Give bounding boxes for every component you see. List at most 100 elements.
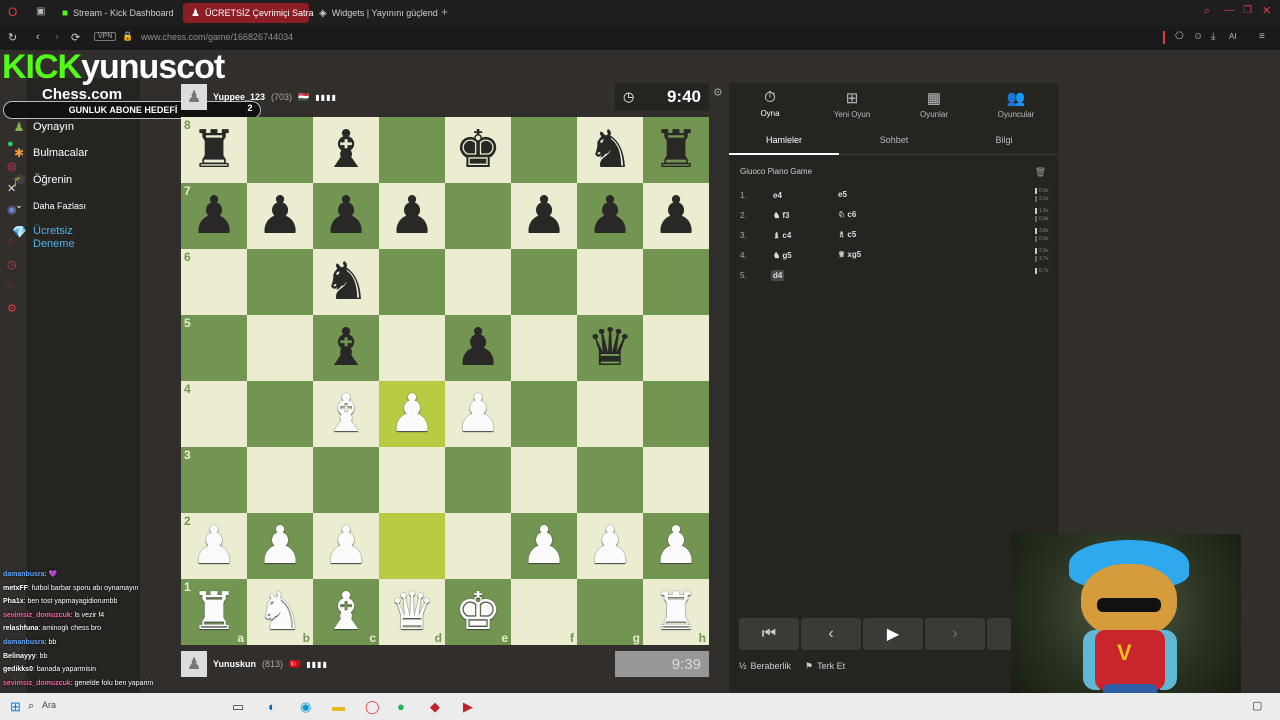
square-d2[interactable] [379, 513, 445, 579]
black-move[interactable]: e5 [838, 190, 847, 199]
white-pawn-piece[interactable]: ♟ [389, 388, 436, 440]
square-g8[interactable]: ♞ [577, 117, 643, 183]
search-icon[interactable]: ⌕ [28, 700, 34, 713]
taskbar-search[interactable]: Ara [42, 700, 56, 710]
opera-icon[interactable]: ◯ [365, 699, 380, 715]
black-queen-piece[interactable]: ♛ [587, 322, 634, 374]
square-h3[interactable] [643, 447, 709, 513]
square-g4[interactable] [577, 381, 643, 447]
refresh-icon[interactable]: ⟳ [71, 31, 80, 44]
tab-chat[interactable]: Sohbet [839, 127, 949, 155]
square-e5[interactable]: ♟ [445, 315, 511, 381]
square-d6[interactable] [379, 249, 445, 315]
black-pawn-piece[interactable]: ♟ [455, 322, 502, 374]
square-e4[interactable]: ♟ [445, 381, 511, 447]
chat-username[interactable]: gedikks0 [3, 666, 33, 673]
edge-icon[interactable]: ◐ [268, 699, 276, 714]
tab-widgets[interactable]: ◈ Widgets | Yayınını güçlend [311, 3, 446, 23]
tab-list-icon[interactable]: ▣ [36, 6, 45, 17]
menu-icon[interactable]: ≡ [1259, 31, 1265, 42]
camera-icon[interactable]: ⎔ [1175, 31, 1184, 42]
black-pawn-piece[interactable]: ♟ [257, 190, 304, 242]
white-move[interactable]: ♞ f3 [771, 210, 792, 221]
chess-board[interactable]: 8 ♜ ♝ ♚ ♞ ♜ 7 ♟ ♟ ♟ ♟ ♟ ♟ ♟ 6 ♞ 5 ♝ ♟ ♛ 4 ♝ ♟ ♟ 3 2 ♟ ♟ ♟ ♟ ♟ ♟ 1 a ♜ b ♞ c ♝ d… [181, 117, 709, 645]
white-bishop-piece[interactable]: ♝ [323, 586, 370, 638]
trash-icon[interactable]: 🗑 [1035, 167, 1046, 178]
square-g1[interactable]: g [577, 579, 643, 645]
square-a5[interactable]: 5 [181, 315, 247, 381]
white-pawn-piece[interactable]: ♟ [653, 520, 700, 572]
square-h2[interactable]: ♟ [643, 513, 709, 579]
black-pawn-piece[interactable]: ♟ [191, 190, 238, 242]
square-b7[interactable]: ♟ [247, 183, 313, 249]
square-e8[interactable]: ♚ [445, 117, 511, 183]
gear-icon[interactable]: ⚙ [713, 86, 723, 99]
chat-username[interactable]: damanbusra [3, 571, 45, 578]
tab-chess-game[interactable]: ♟ ÜCRETSİZ Çevrimiçi Satra [183, 3, 313, 23]
first-move-button[interactable]: ⏮ [739, 618, 799, 650]
square-g5[interactable]: ♛ [577, 315, 643, 381]
square-f3[interactable] [511, 447, 577, 513]
square-f8[interactable] [511, 117, 577, 183]
tab-games[interactable]: ▦ Oyunlar [893, 89, 975, 119]
black-move[interactable]: ♕ xg5 [838, 250, 861, 259]
chat-username[interactable]: sevimsiz_domuzcuk [3, 680, 71, 687]
square-c8[interactable]: ♝ [313, 117, 379, 183]
white-pawn-piece[interactable]: ♟ [521, 520, 568, 572]
black-knight-piece[interactable]: ♞ [323, 256, 370, 308]
square-f4[interactable] [511, 381, 577, 447]
square-a3[interactable]: 3 [181, 447, 247, 513]
new-tab-button[interactable]: + [441, 5, 448, 19]
bottom-player[interactable]: ♟ Yunuskun (813) 🇹🇷 ▮▮▮▮ [181, 651, 328, 677]
notifications-icon[interactable]: ▢ [1252, 699, 1262, 712]
last-move-button[interactable]: › [925, 618, 985, 650]
square-d8[interactable] [379, 117, 445, 183]
square-h4[interactable] [643, 381, 709, 447]
chat-username[interactable]: damanbusra [3, 639, 45, 646]
tab-players[interactable]: 👥 Oyuncular [975, 89, 1057, 119]
ai-button[interactable]: AI [1229, 32, 1237, 41]
square-b4[interactable] [247, 381, 313, 447]
square-d5[interactable] [379, 315, 445, 381]
task-view-icon[interactable]: ▭ [232, 699, 244, 715]
sidebar-item-play[interactable]: ♟ Oynayın [12, 120, 74, 134]
white-bishop-piece[interactable]: ♝ [323, 388, 370, 440]
chat-username[interactable]: sevimsiz_domuzcuk [3, 612, 71, 619]
square-c5[interactable]: ♝ [313, 315, 379, 381]
square-f7[interactable]: ♟ [511, 183, 577, 249]
media-icon[interactable]: ▶ [463, 699, 473, 715]
square-e6[interactable] [445, 249, 511, 315]
black-king-piece[interactable]: ♚ [455, 124, 502, 176]
square-d7[interactable]: ♟ [379, 183, 445, 249]
square-g6[interactable] [577, 249, 643, 315]
black-move[interactable]: ♗ c5 [838, 230, 856, 239]
black-pawn-piece[interactable]: ♟ [587, 190, 634, 242]
square-h5[interactable] [643, 315, 709, 381]
next-move-button[interactable]: ▶ [863, 618, 923, 650]
tab-kick-dashboard[interactable]: ■ Stream - Kick Dashboard [54, 3, 182, 23]
tab-info[interactable]: Bilgi [949, 127, 1059, 155]
black-move[interactable]: ♘ c6 [838, 210, 856, 219]
sidebar-icon-2[interactable]: ◌ [7, 280, 14, 292]
square-f2[interactable]: ♟ [511, 513, 577, 579]
white-move[interactable]: e4 [771, 190, 784, 201]
maximize-icon[interactable]: ❐ [1243, 5, 1252, 16]
square-c6[interactable]: ♞ [313, 249, 379, 315]
square-a7[interactable]: 7 ♟ [181, 183, 247, 249]
vpn-badge[interactable]: VPN [94, 32, 117, 41]
square-d4[interactable]: ♟ [379, 381, 445, 447]
tab-new-game[interactable]: ⊞ Yeni Oyun [811, 89, 893, 119]
resign-button[interactable]: ⚑ Terk Et [805, 661, 845, 672]
square-c1[interactable]: c ♝ [313, 579, 379, 645]
black-bishop-piece[interactable]: ♝ [323, 322, 370, 374]
browser-icon[interactable]: ◉ [300, 699, 311, 715]
square-g2[interactable]: ♟ [577, 513, 643, 579]
white-pawn-piece[interactable]: ♟ [257, 520, 304, 572]
square-f5[interactable] [511, 315, 577, 381]
square-a6[interactable]: 6 [181, 249, 247, 315]
white-queen-piece[interactable]: ♛ [389, 586, 436, 638]
square-a8[interactable]: 8 ♜ [181, 117, 247, 183]
square-c2[interactable]: ♟ [313, 513, 379, 579]
history-icon[interactable]: ◷ [7, 258, 17, 271]
white-pawn-piece[interactable]: ♟ [587, 520, 634, 572]
